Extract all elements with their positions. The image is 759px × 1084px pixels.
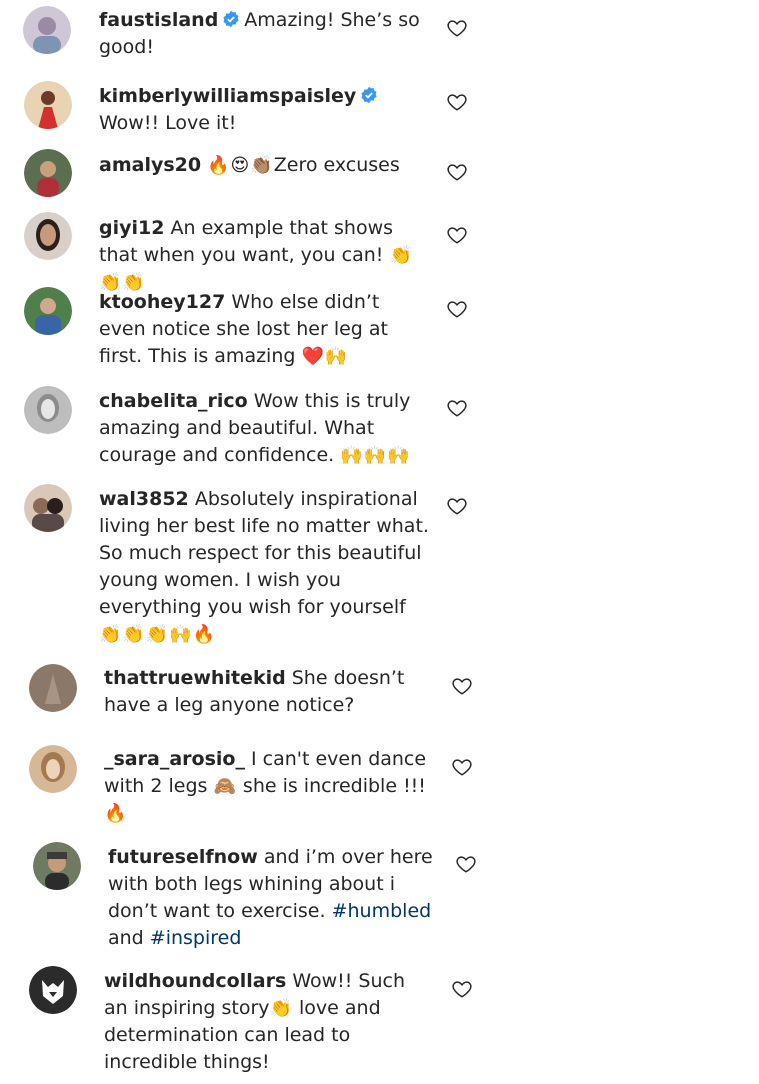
- avatar[interactable]: [29, 664, 77, 712]
- heart-icon[interactable]: [446, 495, 468, 517]
- heart-icon[interactable]: [451, 756, 473, 778]
- hashtag-link[interactable]: #inspired: [150, 927, 242, 949]
- comment-text: faustisland Amazing! She’s so good!: [99, 7, 429, 61]
- username[interactable]: amalys20: [99, 154, 201, 176]
- emoji-reaction: 🔥😍👏🏽: [207, 155, 274, 176]
- username[interactable]: thattruewhitekid: [104, 667, 286, 689]
- heart-icon[interactable]: [446, 224, 468, 246]
- username[interactable]: _sara_arosio_: [104, 748, 245, 770]
- comment-text: giyi12 An example that shows that when y…: [99, 215, 429, 296]
- comments-list: faustisland Amazing! She’s so good! kimbe…: [0, 0, 759, 1084]
- comment-text: kimberlywilliamspaisley Wow!! Love it!: [99, 83, 429, 137]
- hashtag-link[interactable]: #humbled: [332, 900, 432, 922]
- heart-icon[interactable]: [446, 91, 468, 113]
- username[interactable]: ktoohey127: [99, 291, 225, 313]
- username[interactable]: giyi12: [99, 217, 164, 239]
- comment-body: Zero excuses: [273, 154, 400, 176]
- emoji-reaction: ❤️🙌: [301, 346, 349, 367]
- heart-icon[interactable]: [446, 17, 468, 39]
- comment-text: thattruewhitekid She doesn’t have a leg …: [104, 665, 434, 719]
- comment-body: she is incredible !!!: [242, 775, 426, 797]
- avatar[interactable]: [24, 149, 72, 197]
- comment-text: ktoohey127 Who else didn’t even notice s…: [99, 289, 429, 370]
- username[interactable]: kimberlywilliamspaisley: [99, 85, 356, 107]
- username[interactable]: futureselfnow: [108, 846, 258, 868]
- comment-text: wildhoundcollars Wow!! Such an inspiring…: [104, 968, 434, 1076]
- emoji-reaction: 👏: [269, 998, 293, 1019]
- heart-icon[interactable]: [446, 161, 468, 183]
- avatar[interactable]: [29, 966, 77, 1014]
- emoji-reaction: 🙈: [213, 776, 237, 797]
- emoji-reaction: 🙌🙌🙌: [340, 445, 411, 466]
- heart-icon[interactable]: [455, 853, 477, 875]
- username[interactable]: faustisland: [99, 9, 218, 31]
- avatar[interactable]: [33, 842, 81, 890]
- username[interactable]: wildhoundcollars: [104, 970, 286, 992]
- heart-icon[interactable]: [451, 978, 473, 1000]
- heart-icon[interactable]: [451, 675, 473, 697]
- verified-badge-icon: [223, 10, 239, 28]
- avatar[interactable]: [29, 745, 77, 793]
- username[interactable]: chabelita_rico: [99, 390, 248, 412]
- comment-text: _sara_arosio_ I can't even dance with 2 …: [104, 746, 434, 827]
- avatar[interactable]: [24, 212, 72, 260]
- avatar[interactable]: [24, 484, 72, 532]
- avatar[interactable]: [24, 386, 72, 434]
- comment-body: Wow!! Love it!: [99, 112, 237, 134]
- avatar[interactable]: [24, 287, 72, 335]
- heart-icon[interactable]: [446, 298, 468, 320]
- username[interactable]: wal3852: [99, 488, 189, 510]
- comment-text: amalys20 🔥😍👏🏽Zero excuses: [99, 152, 429, 179]
- avatar[interactable]: [24, 81, 72, 129]
- emoji-reaction: 🔥: [104, 803, 128, 824]
- comment-text: chabelita_rico Wow this is truly amazing…: [99, 388, 429, 469]
- verified-badge-icon: [361, 86, 377, 104]
- heart-icon[interactable]: [446, 397, 468, 419]
- avatar[interactable]: [23, 6, 71, 54]
- comment-text: wal3852 Absolutely inspirational living …: [99, 486, 429, 648]
- comment-body-part: and: [108, 927, 144, 949]
- comment-text: futureselfnow and i’m over here with bot…: [108, 844, 438, 952]
- emoji-reaction: 👏👏👏🙌🔥: [99, 624, 217, 645]
